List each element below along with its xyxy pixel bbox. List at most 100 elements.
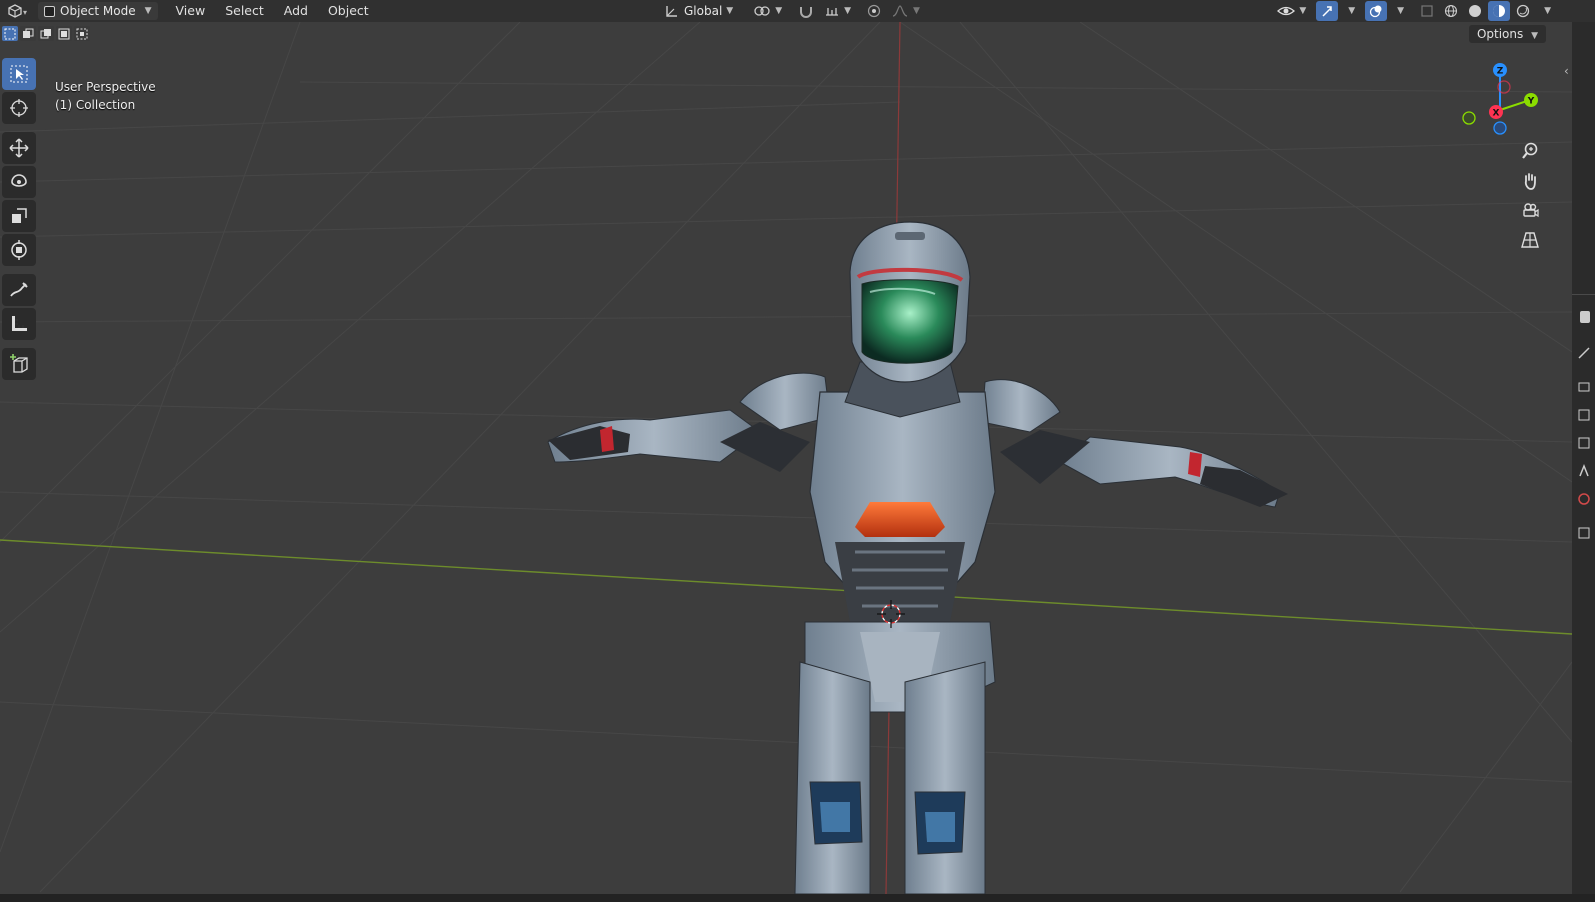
select-extend-icon [23, 28, 34, 38]
chevron-down-icon: ▼ [726, 6, 734, 16]
menu-select[interactable]: Select [215, 1, 274, 21]
cursor-arrow-icon [10, 65, 28, 83]
snap-toggle[interactable] [794, 1, 818, 21]
shading-material-preview[interactable] [1488, 1, 1511, 21]
select-extend-button[interactable] [20, 26, 36, 41]
camera-icon [1523, 203, 1539, 218]
overlays-toggle[interactable] [1365, 1, 1388, 21]
shading-solid[interactable] [1464, 1, 1486, 21]
tool-scale[interactable] [2, 200, 36, 232]
right-header-tools: ▼ ▼ ▼ ▼ [1273, 1, 1555, 21]
pan-button[interactable] [1516, 168, 1544, 194]
hand-icon [1524, 173, 1536, 190]
scale-icon [12, 208, 27, 223]
tool-add-cube[interactable] [2, 348, 36, 380]
menu-object[interactable]: Object [318, 1, 379, 21]
chevron-down-icon: ▼ [844, 6, 852, 16]
tool-properties-icon [1580, 311, 1590, 323]
visibility-dropdown[interactable]: ▼ [1273, 1, 1310, 21]
falloff-dropdown[interactable]: ▼ [887, 1, 924, 21]
options-button[interactable]: Options ▼ [1468, 25, 1546, 43]
camera-view-button[interactable] [1516, 197, 1544, 223]
tool-transform[interactable] [2, 234, 36, 266]
navigation-gizmo[interactable]: Z Y X [1462, 56, 1552, 141]
world-properties-icon [1578, 493, 1590, 505]
select-subtract-button[interactable] [38, 26, 54, 41]
rotate-icon [11, 174, 27, 187]
perspective-toggle-button[interactable] [1516, 227, 1544, 253]
view-info-overlay: User Perspective (1) Collection [55, 78, 156, 114]
pencil-icon [10, 282, 28, 297]
y-axis-line [0, 539, 1572, 635]
collection-properties-icon [1578, 527, 1590, 539]
select-intersect-icon [76, 28, 88, 39]
solid-sphere-icon [1469, 5, 1482, 17]
chevron-down-icon: ▼ [1299, 6, 1307, 16]
select-new-button[interactable] [2, 26, 18, 41]
chevron-down-icon: ▼ [1397, 6, 1405, 16]
perspective-grid-icon [1521, 232, 1539, 248]
overlays-icon [1370, 5, 1382, 18]
tool-annotate[interactable] [2, 274, 36, 306]
tool-select-box[interactable] [2, 58, 36, 90]
orientation-label: Global [684, 4, 723, 18]
orientation-axes-icon [666, 6, 677, 17]
chevron-down-icon: ▼ [1348, 6, 1356, 16]
viewport-scene [0, 22, 1572, 894]
rendered-sphere-icon [1516, 4, 1530, 18]
x-axis-label: X [1493, 109, 1500, 119]
select-subtract-icon [40, 28, 51, 38]
shading-dropdown[interactable]: ▼ [1536, 1, 1555, 21]
menu-view[interactable]: View [166, 1, 216, 21]
3d-viewport[interactable]: User Perspective (1) Collection Options … [0, 22, 1572, 894]
pivot-point-dropdown[interactable]: ▼ [749, 1, 786, 21]
tool-shelf [2, 58, 38, 382]
select-new-icon [4, 28, 16, 39]
menu-add[interactable]: Add [274, 1, 318, 21]
chevron-down-icon: ▼ [913, 6, 920, 16]
y-axis-label: Y [1527, 97, 1535, 107]
zoom-button[interactable] [1516, 138, 1544, 164]
3d-cursor-icon [10, 99, 28, 117]
tool-move[interactable] [2, 132, 36, 164]
collection-name: (1) Collection [55, 98, 136, 112]
snap-target-dropdown[interactable]: ▼ [820, 1, 855, 21]
gizmo-icon [1322, 6, 1332, 17]
transform-orientation-dropdown[interactable]: Global ▼ [660, 1, 737, 21]
chevron-down-icon: ▼ [1531, 31, 1538, 41]
xray-icon [1421, 5, 1433, 17]
pivot-link-icon [754, 6, 770, 16]
viewport-header: ▾ Object Mode ▼ View Select Add Object G… [0, 0, 1595, 22]
object-properties-icon [1579, 464, 1589, 477]
chevron-down-icon: ▼ [144, 6, 152, 16]
armored-character-model [547, 221, 1288, 894]
wireframe-sphere-icon [1445, 4, 1458, 18]
transform-icon [11, 240, 27, 260]
svg-text:▾: ▾ [23, 8, 27, 17]
render-properties-icon [1578, 347, 1590, 359]
neg-z-handle [1493, 121, 1507, 135]
shading-rendered[interactable] [1512, 1, 1534, 21]
tool-measure[interactable] [2, 308, 36, 340]
gizmo-dropdown[interactable]: ▼ [1340, 1, 1359, 21]
select-invert-button[interactable] [56, 26, 72, 41]
tool-cursor[interactable] [2, 92, 36, 124]
select-intersect-button[interactable] [74, 26, 90, 41]
magnet-icon [800, 7, 813, 18]
xray-toggle[interactable] [1416, 1, 1438, 21]
neg-y-handle [1462, 111, 1476, 125]
gizmo-toggle[interactable] [1316, 1, 1339, 21]
properties-editor-edge [1572, 22, 1595, 902]
3d-viewport-icon: ▾ [8, 4, 27, 18]
proportional-edit-toggle[interactable] [863, 1, 885, 21]
options-label: Options [1476, 27, 1524, 41]
mode-selector[interactable]: Object Mode ▼ [38, 2, 158, 20]
sidebar-toggle-icon[interactable]: ‹ [1564, 64, 1569, 78]
overlays-dropdown[interactable]: ▼ [1389, 1, 1408, 21]
editor-type-button[interactable]: ▾ [0, 1, 34, 21]
output-properties-icon [1578, 382, 1590, 392]
shading-wireframe[interactable] [1440, 1, 1462, 21]
eye-icon [1277, 6, 1296, 16]
tool-rotate[interactable] [2, 166, 36, 198]
status-bar [0, 894, 1595, 902]
